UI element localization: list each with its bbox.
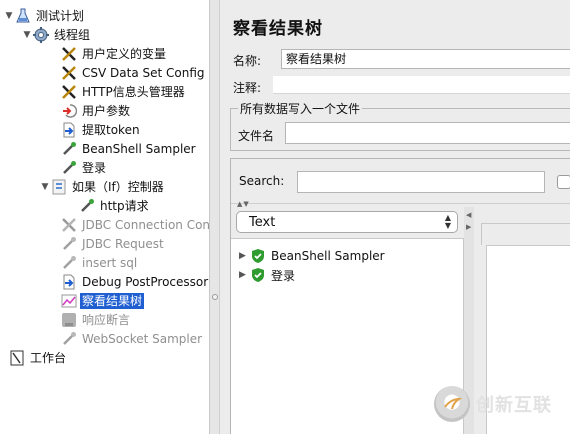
tree-node-test-plan[interactable]: ▼ 测试计划	[4, 7, 86, 25]
tree-node-if-controller[interactable]: ▼ 如果（If）控制器	[40, 178, 166, 196]
result-item[interactable]: ▶ BeanShell Sampler	[239, 247, 385, 265]
name-label: 名称:	[233, 54, 262, 68]
renderer-selected-value: Text	[249, 214, 276, 230]
wrench-icon	[60, 46, 77, 62]
comment-label: 注释:	[233, 81, 262, 95]
tree-node-user-defined-variables[interactable]: 用户定义的变量	[50, 45, 168, 63]
tree-node-workbench[interactable]: 工作台	[8, 349, 68, 367]
tree-node-label: JDBC Connection Conf	[82, 218, 210, 232]
tree-node-label: 用户参数	[82, 104, 131, 118]
divider	[231, 203, 570, 204]
tree-node-label: 用户定义的变量	[82, 47, 167, 61]
tree-node-label: 察看结果树	[80, 293, 145, 309]
tree-node-label: 工作台	[30, 351, 67, 365]
tree-node-label: 如果（If）控制器	[72, 180, 164, 194]
name-field[interactable]: 察看结果树	[281, 49, 570, 69]
expanded-arrow-icon[interactable]: ▼	[22, 30, 32, 40]
filename-field[interactable]	[285, 122, 570, 144]
tree-node-label: 测试计划	[36, 9, 85, 23]
collapse-arrows-icon[interactable]: ▲▼	[237, 200, 250, 208]
splitter-grip-icon[interactable]	[212, 294, 218, 300]
tree-node-label: Debug PostProcessor	[82, 275, 209, 289]
workbench-icon	[8, 350, 25, 366]
view-results-tree-panel: 察看结果树 名称: 察看结果树 注释: 所有数据写入一个文件 文件名 Searc…	[221, 0, 570, 434]
tree-node-http-header-manager[interactable]: HTTP信息头管理器	[50, 83, 187, 101]
watermark: 创新互联	[434, 386, 552, 422]
pre-processor-icon	[60, 103, 77, 119]
collapsed-arrow-icon[interactable]: ▶	[239, 270, 251, 280]
watermark-text: 创新互联	[476, 395, 552, 416]
pipette-icon	[60, 331, 77, 347]
collapsed-arrow-icon[interactable]: ▶	[239, 251, 251, 261]
tree-node-label: 提取token	[82, 123, 140, 137]
wrench-icon	[60, 65, 77, 81]
result-item-label: 登录	[271, 268, 296, 283]
tree-node-label: insert sql	[82, 256, 138, 270]
right-arrow-icon[interactable]: ▶	[466, 223, 471, 231]
left-arrow-icon[interactable]: ◀	[466, 211, 471, 219]
case-sensitive-checkbox[interactable]	[557, 175, 570, 189]
app-window: ▼ 测试计划 ▼ 线程组 用户定义的变量 CSV Data Set Config…	[0, 0, 570, 434]
result-item[interactable]: ▶ 登录	[239, 266, 295, 284]
search-input[interactable]	[297, 171, 545, 193]
tree-node-label: 线程组	[54, 28, 91, 42]
tree-node-extract-token[interactable]: 提取token	[50, 121, 142, 139]
tree-node-websocket-sampler[interactable]: WebSocket Sampler	[50, 330, 204, 348]
success-shield-icon	[252, 268, 264, 282]
tree-node-response-assertion[interactable]: 响应断言	[50, 311, 132, 329]
pipette-icon	[60, 141, 77, 157]
tree-node-label: http请求	[100, 199, 149, 213]
pipette-icon	[60, 255, 77, 271]
tree-node-view-results-tree[interactable]: 察看结果树	[50, 292, 145, 310]
tree-node-label: HTTP信息头管理器	[82, 85, 185, 99]
test-plan-tree: ▼ 测试计划 ▼ 线程组 用户定义的变量 CSV Data Set Config…	[0, 0, 210, 434]
tree-node-thread-group[interactable]: ▼ 线程组	[22, 26, 92, 44]
tree-node-login[interactable]: 登录	[50, 159, 108, 177]
flask-icon	[14, 8, 31, 24]
pipette-icon	[78, 198, 95, 214]
post-processor-icon	[60, 122, 77, 138]
assertion-icon	[60, 312, 77, 328]
expanded-arrow-icon[interactable]: ▼	[40, 182, 50, 192]
watermark-logo-icon	[434, 386, 470, 422]
tree-node-label: JDBC Request	[82, 237, 164, 251]
controller-icon	[50, 179, 67, 195]
tree-node-label: BeanShell Sampler	[82, 142, 196, 156]
tree-node-label: 响应断言	[82, 313, 131, 327]
pipette-icon	[60, 236, 77, 252]
gear-icon	[32, 27, 49, 43]
filename-label: 文件名	[238, 129, 275, 143]
pane-splitter[interactable]	[210, 0, 220, 434]
tree-node-http-request[interactable]: http请求	[68, 197, 151, 215]
tree-node-insert-sql[interactable]: insert sql	[50, 254, 139, 272]
tree-node-debug-postprocessor[interactable]: Debug PostProcessor	[50, 273, 209, 291]
renderer-select[interactable]: Text ▲ ▼	[236, 211, 458, 233]
tree-node-jdbc-request[interactable]: JDBC Request	[50, 235, 166, 253]
tree-node-beanshell-sampler[interactable]: BeanShell Sampler	[50, 140, 198, 158]
search-label: Search:	[239, 174, 285, 188]
updown-chevron-icon: ▲ ▼	[444, 213, 451, 230]
chart-icon	[60, 293, 77, 309]
expanded-arrow-icon[interactable]: ▼	[4, 11, 14, 21]
tree-node-label: CSV Data Set Config	[82, 66, 205, 80]
tree-node-csv-data-set[interactable]: CSV Data Set Config	[50, 64, 207, 82]
page-title: 察看结果树	[233, 19, 323, 39]
results-tree: ▶ BeanShell Sampler ▶ 登录	[231, 238, 464, 434]
post-processor-icon	[60, 274, 77, 290]
tree-node-label: WebSocket Sampler	[82, 332, 203, 346]
detail-tabs	[481, 223, 570, 245]
pipette-icon	[60, 160, 77, 176]
tree-node-user-parameters[interactable]: 用户参数	[50, 102, 132, 120]
success-shield-icon	[252, 249, 264, 263]
write-to-file-legend: 所有数据写入一个文件	[240, 102, 361, 116]
tree-node-jdbc-connection[interactable]: JDBC Connection Conf	[50, 216, 210, 234]
wrench-icon	[60, 84, 77, 100]
wrench-icon	[60, 217, 77, 233]
tree-node-label: 登录	[82, 161, 107, 175]
comment-field[interactable]	[273, 76, 570, 94]
result-item-label: BeanShell Sampler	[271, 249, 385, 263]
